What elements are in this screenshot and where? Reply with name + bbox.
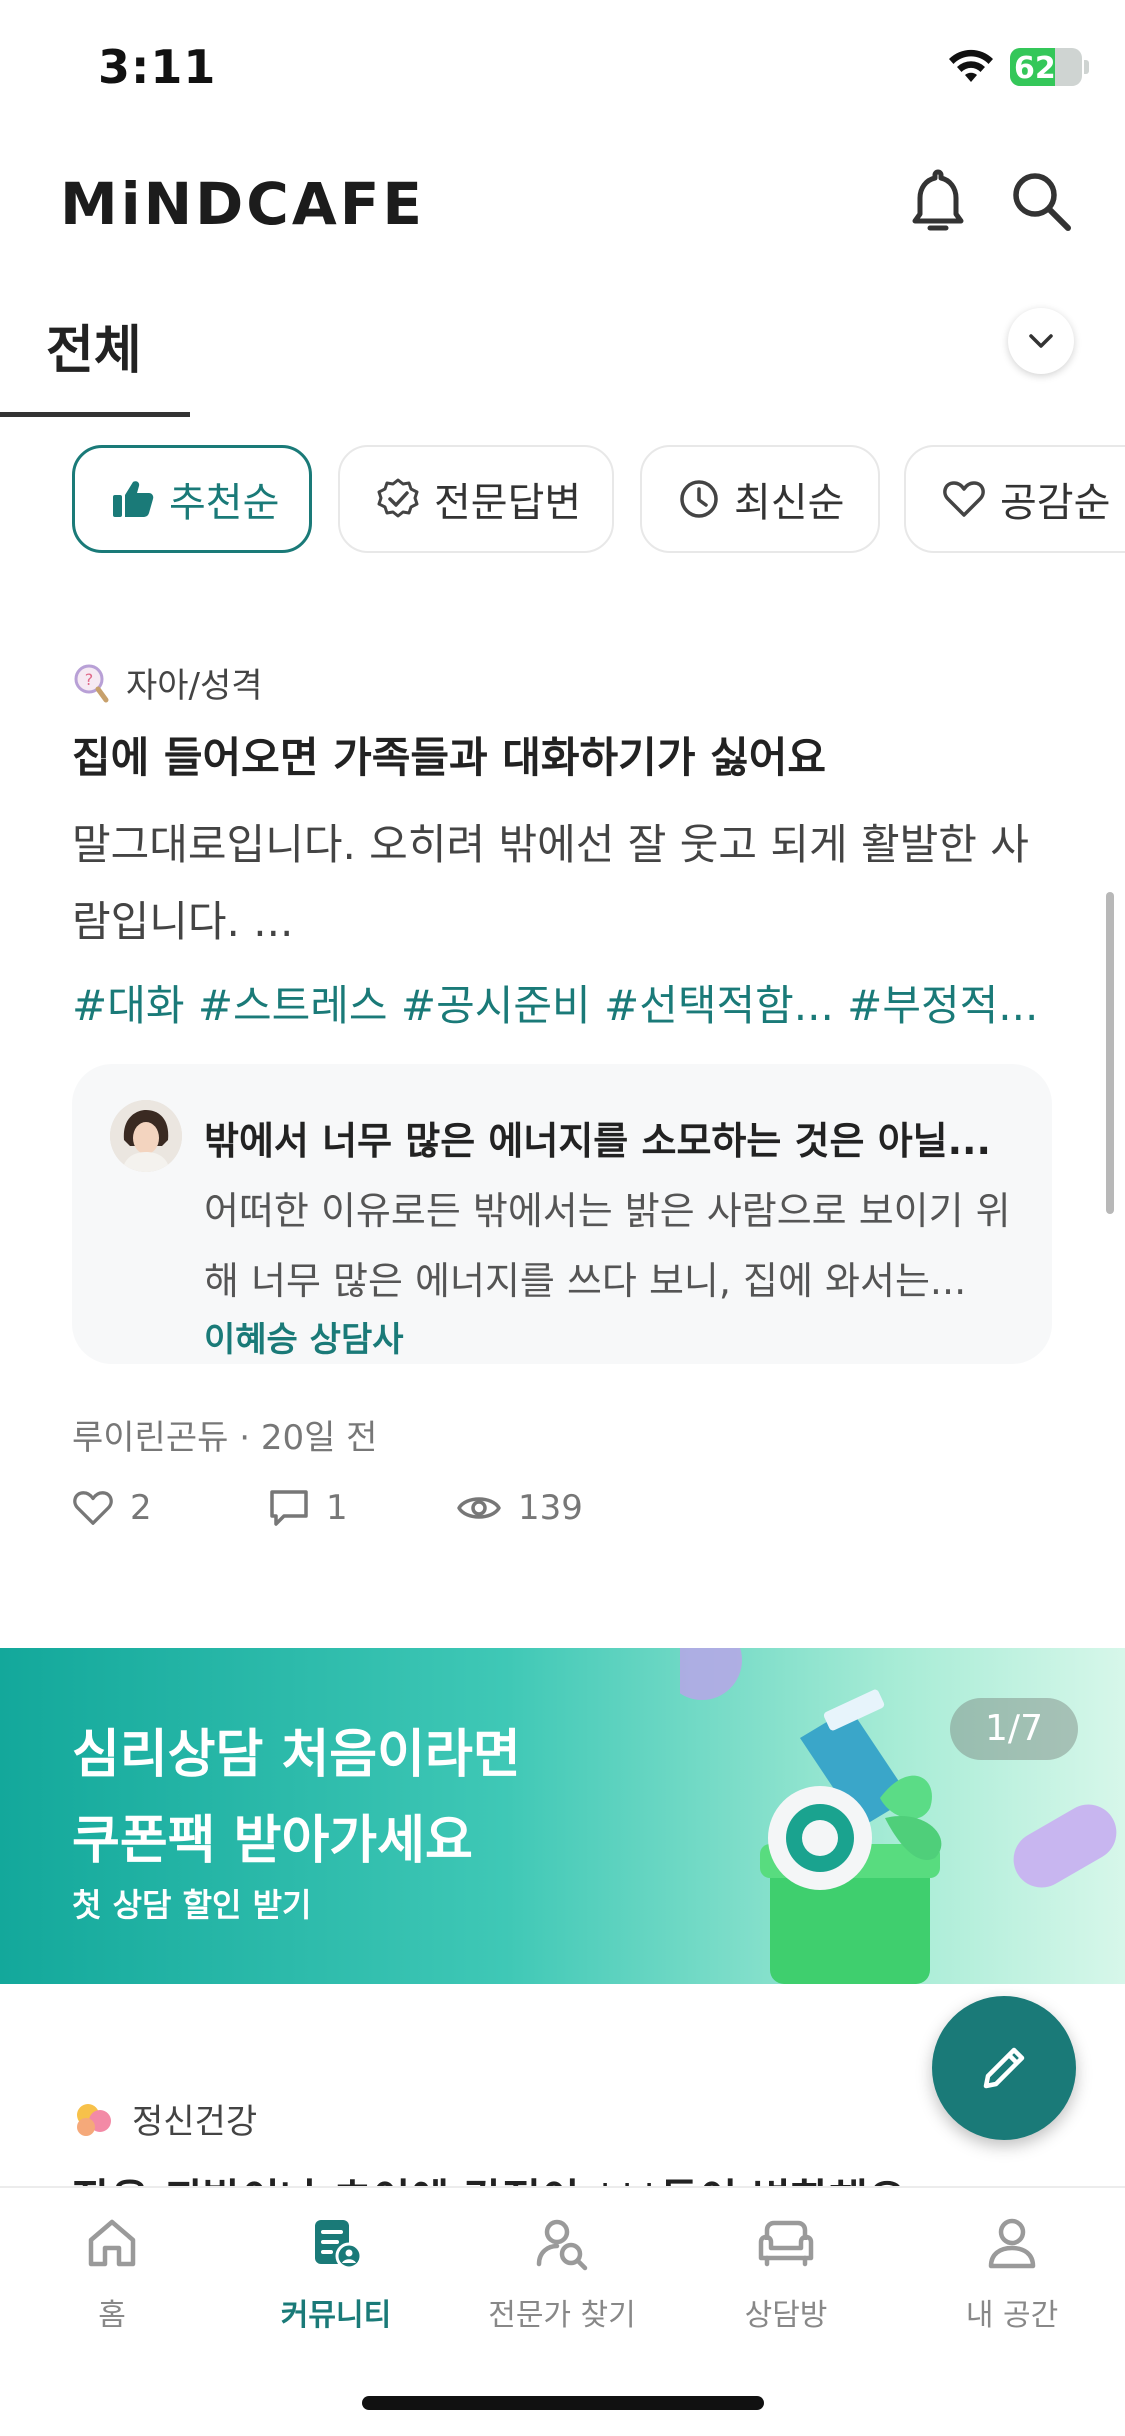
banner-line-1: 심리상담 처음이라면: [72, 1725, 521, 1785]
nav-my-space[interactable]: 내 공간: [902, 2214, 1122, 2334]
find-expert-icon: [536, 2219, 588, 2271]
thumbs-up-icon: [113, 481, 154, 517]
like-stat[interactable]: 2: [72, 1488, 152, 1528]
status-time: 3:11: [98, 40, 217, 94]
nav-my-space-label: 내 공간: [965, 2298, 1059, 2333]
expert-answer-card[interactable]: 밖에서 너무 많은 에너지를 소모하는 것은 아닐... 어떠한 이유로든 밖에…: [72, 1064, 1052, 1364]
chip-label: 추천순: [169, 480, 280, 526]
battery-indicator: 62: [1010, 48, 1082, 86]
post-title[interactable]: 집에 들어오면 가족들과 대화하기가 싫어요: [72, 724, 826, 785]
banner-page-counter: 1/7: [950, 1698, 1078, 1760]
battery-cap: [1084, 60, 1089, 74]
comment-count: 1: [326, 1488, 348, 1528]
chip-label: 전문답변: [434, 480, 582, 526]
home-indicator: [362, 2396, 764, 2410]
eye-icon: [457, 1497, 501, 1519]
person-icon: [988, 2218, 1036, 2269]
nav-home[interactable]: 홈: [2, 2214, 222, 2334]
answer-author[interactable]: 이혜승 상담사: [204, 1312, 404, 1361]
category-dropdown-button[interactable]: [1008, 308, 1074, 374]
sofa-icon: [758, 2220, 814, 2267]
battery-percent: 62: [1014, 51, 1056, 86]
scrollbar[interactable]: [1106, 892, 1114, 1214]
view-count: 139: [518, 1488, 583, 1528]
nav-counseling-room[interactable]: 상담방: [676, 2214, 896, 2334]
tab-active-indicator: [0, 412, 190, 417]
like-count: 2: [130, 1488, 152, 1528]
heart-icon: [943, 481, 985, 517]
post-category: ? 자아/성격: [72, 658, 263, 707]
wifi-icon: [949, 49, 993, 82]
banner-subtitle: 첫 상담 할인 받기: [72, 1886, 312, 1924]
svg-text:?: ?: [85, 670, 94, 689]
status-bar: 3:11 62: [0, 0, 1125, 140]
gift-coupon-illustration: [680, 1648, 1117, 1984]
comment-stat[interactable]: 1: [268, 1488, 348, 1528]
sort-chips: 추천순 전문답변 최신순 공감순: [0, 445, 1125, 555]
banner-line-2: 쿠폰팩 받아가세요: [72, 1811, 473, 1871]
nav-find-expert[interactable]: 전문가 찾기: [452, 2214, 672, 2334]
pencil-icon: [983, 2047, 1025, 2089]
promo-banner[interactable]: 심리상담 처음이라면 쿠폰팩 받아가세요 첫 상담 할인 받기 1/7: [0, 1648, 1125, 1984]
chip-recommended[interactable]: 추천순: [72, 445, 312, 553]
avatar: [110, 1100, 182, 1172]
view-stat: 139: [456, 1488, 583, 1528]
post-tags[interactable]: #대화 #스트레스 #공시준비 #선택적함... #부정적...: [72, 972, 1038, 1033]
nav-counseling-room-label: 상담방: [744, 2298, 828, 2333]
chevron-down-icon: [1029, 334, 1053, 348]
chip-label: 최신순: [734, 480, 845, 526]
heart-icon: [73, 1491, 113, 1525]
post-meta: 루이린곤듀 · 20일 전: [72, 1418, 378, 1458]
community-icon: [315, 2220, 363, 2270]
category-tabs: 전체: [0, 290, 1125, 420]
nav-community[interactable]: 커뮤니티: [226, 2214, 446, 2334]
notification-bell-icon[interactable]: [906, 166, 970, 238]
magnifier-category-icon: ?: [74, 664, 109, 702]
post-category-label: 자아/성격: [126, 666, 263, 706]
answer-title: 밖에서 너무 많은 에너지를 소모하는 것은 아닐...: [204, 1119, 991, 1163]
verified-badge-icon: [377, 478, 419, 518]
chip-expert-answer[interactable]: 전문답변: [338, 445, 614, 553]
chip-label: 공감순: [1000, 480, 1111, 526]
home-icon: [88, 2219, 136, 2267]
app-logo: MiNDCAFE: [60, 170, 425, 238]
banner-title: 심리상담 처음이라면 쿠폰팩 받아가세요: [72, 1712, 521, 1884]
answer-body: 어떠한 이유로든 밖에서는 밝은 사람으로 보이기 위해 너무 많은 에너지를 …: [204, 1189, 1011, 1303]
comment-icon: [270, 1490, 308, 1526]
app-header: MiNDCAFE: [0, 150, 1125, 250]
chip-latest[interactable]: 최신순: [640, 445, 880, 553]
search-icon[interactable]: [1008, 168, 1074, 234]
post2-category-label: 정신건강: [132, 2102, 258, 2142]
clock-icon: [680, 480, 718, 518]
nav-home-label: 홈: [98, 2298, 126, 2333]
tab-all[interactable]: 전체: [46, 308, 142, 383]
write-post-button[interactable]: [932, 1996, 1076, 2140]
chip-empathy[interactable]: 공감순: [904, 445, 1125, 553]
post-body: 말그대로입니다. 오히려 밖에선 잘 웃고 되게 활발한 사람입니다. ...: [72, 820, 1029, 946]
counselor-avatar-image: [110, 1100, 182, 1172]
pills-category-icon: [77, 2103, 111, 2136]
nav-find-expert-label: 전문가 찾기: [488, 2298, 636, 2333]
post-stats: 2 1 139: [72, 1488, 972, 1538]
post2-category: 정신건강: [72, 2094, 257, 2143]
nav-community-label: 커뮤니티: [280, 2298, 392, 2333]
